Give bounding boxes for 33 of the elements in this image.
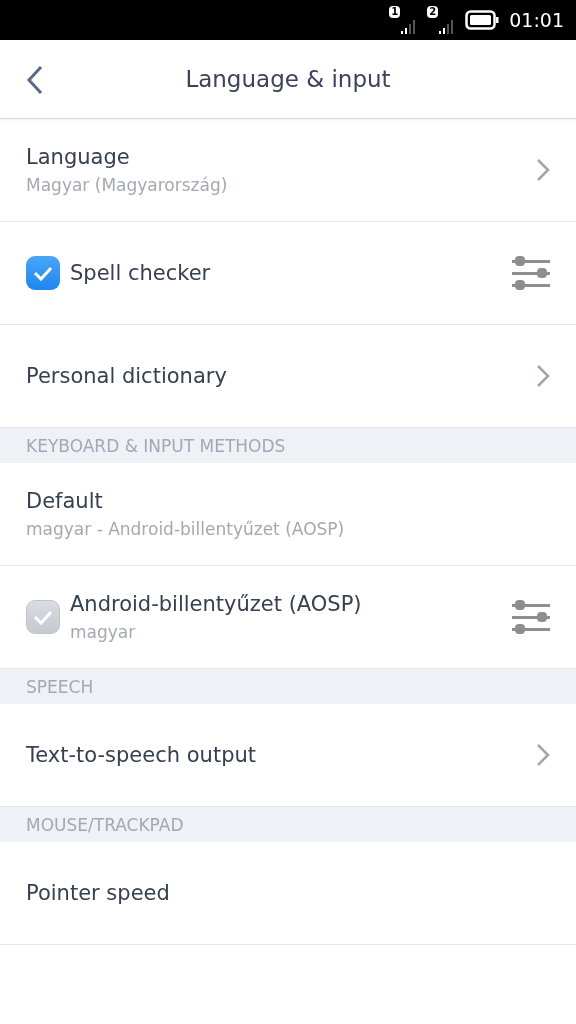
setting-title: Language	[26, 145, 131, 169]
signal-icon	[439, 18, 456, 34]
checkbox[interactable]	[26, 256, 60, 290]
settings-row[interactable]: Spell checker	[0, 222, 576, 325]
chevron-right-icon	[536, 743, 550, 767]
section-header: MOUSE/TRACKPAD	[0, 807, 576, 842]
sim-number: 1	[389, 6, 401, 18]
setting-title: Spell checker	[70, 261, 212, 285]
back-icon[interactable]	[26, 65, 44, 95]
settings-sliders-icon[interactable]	[512, 598, 550, 636]
signal-icon	[401, 18, 418, 34]
sim-number: 2	[427, 6, 439, 18]
setting-subtitle: Magyar (Magyarország)	[26, 175, 229, 195]
setting-title: Android-billentyűzet (AOSP)	[70, 592, 363, 616]
settings-row[interactable]: Pointer speed	[0, 842, 576, 945]
setting-title: Pointer speed	[26, 881, 171, 905]
chevron-right-icon	[536, 364, 550, 388]
settings-sliders-icon[interactable]	[512, 254, 550, 292]
setting-subtitle: magyar	[70, 622, 137, 642]
setting-title: Default	[26, 489, 104, 513]
setting-title: Text-to-speech output	[26, 743, 257, 767]
check-icon	[32, 264, 54, 282]
settings-row[interactable]: Language Magyar (Magyarország)	[0, 119, 576, 222]
section-header: SPEECH	[0, 669, 576, 704]
setting-subtitle: magyar - Android-billentyűzet (AOSP)	[26, 519, 346, 539]
battery-icon	[465, 10, 500, 30]
setting-title: Personal dictionary	[26, 364, 228, 388]
check-icon	[32, 608, 54, 626]
chevron-right-icon	[536, 158, 550, 182]
clock: 01:01	[509, 9, 564, 31]
section-header: KEYBOARD & INPUT METHODS	[0, 428, 576, 463]
page-title: Language & input	[185, 66, 391, 92]
settings-row[interactable]: Default magyar - Android-billentyűzet (AOSP)	[0, 463, 576, 566]
